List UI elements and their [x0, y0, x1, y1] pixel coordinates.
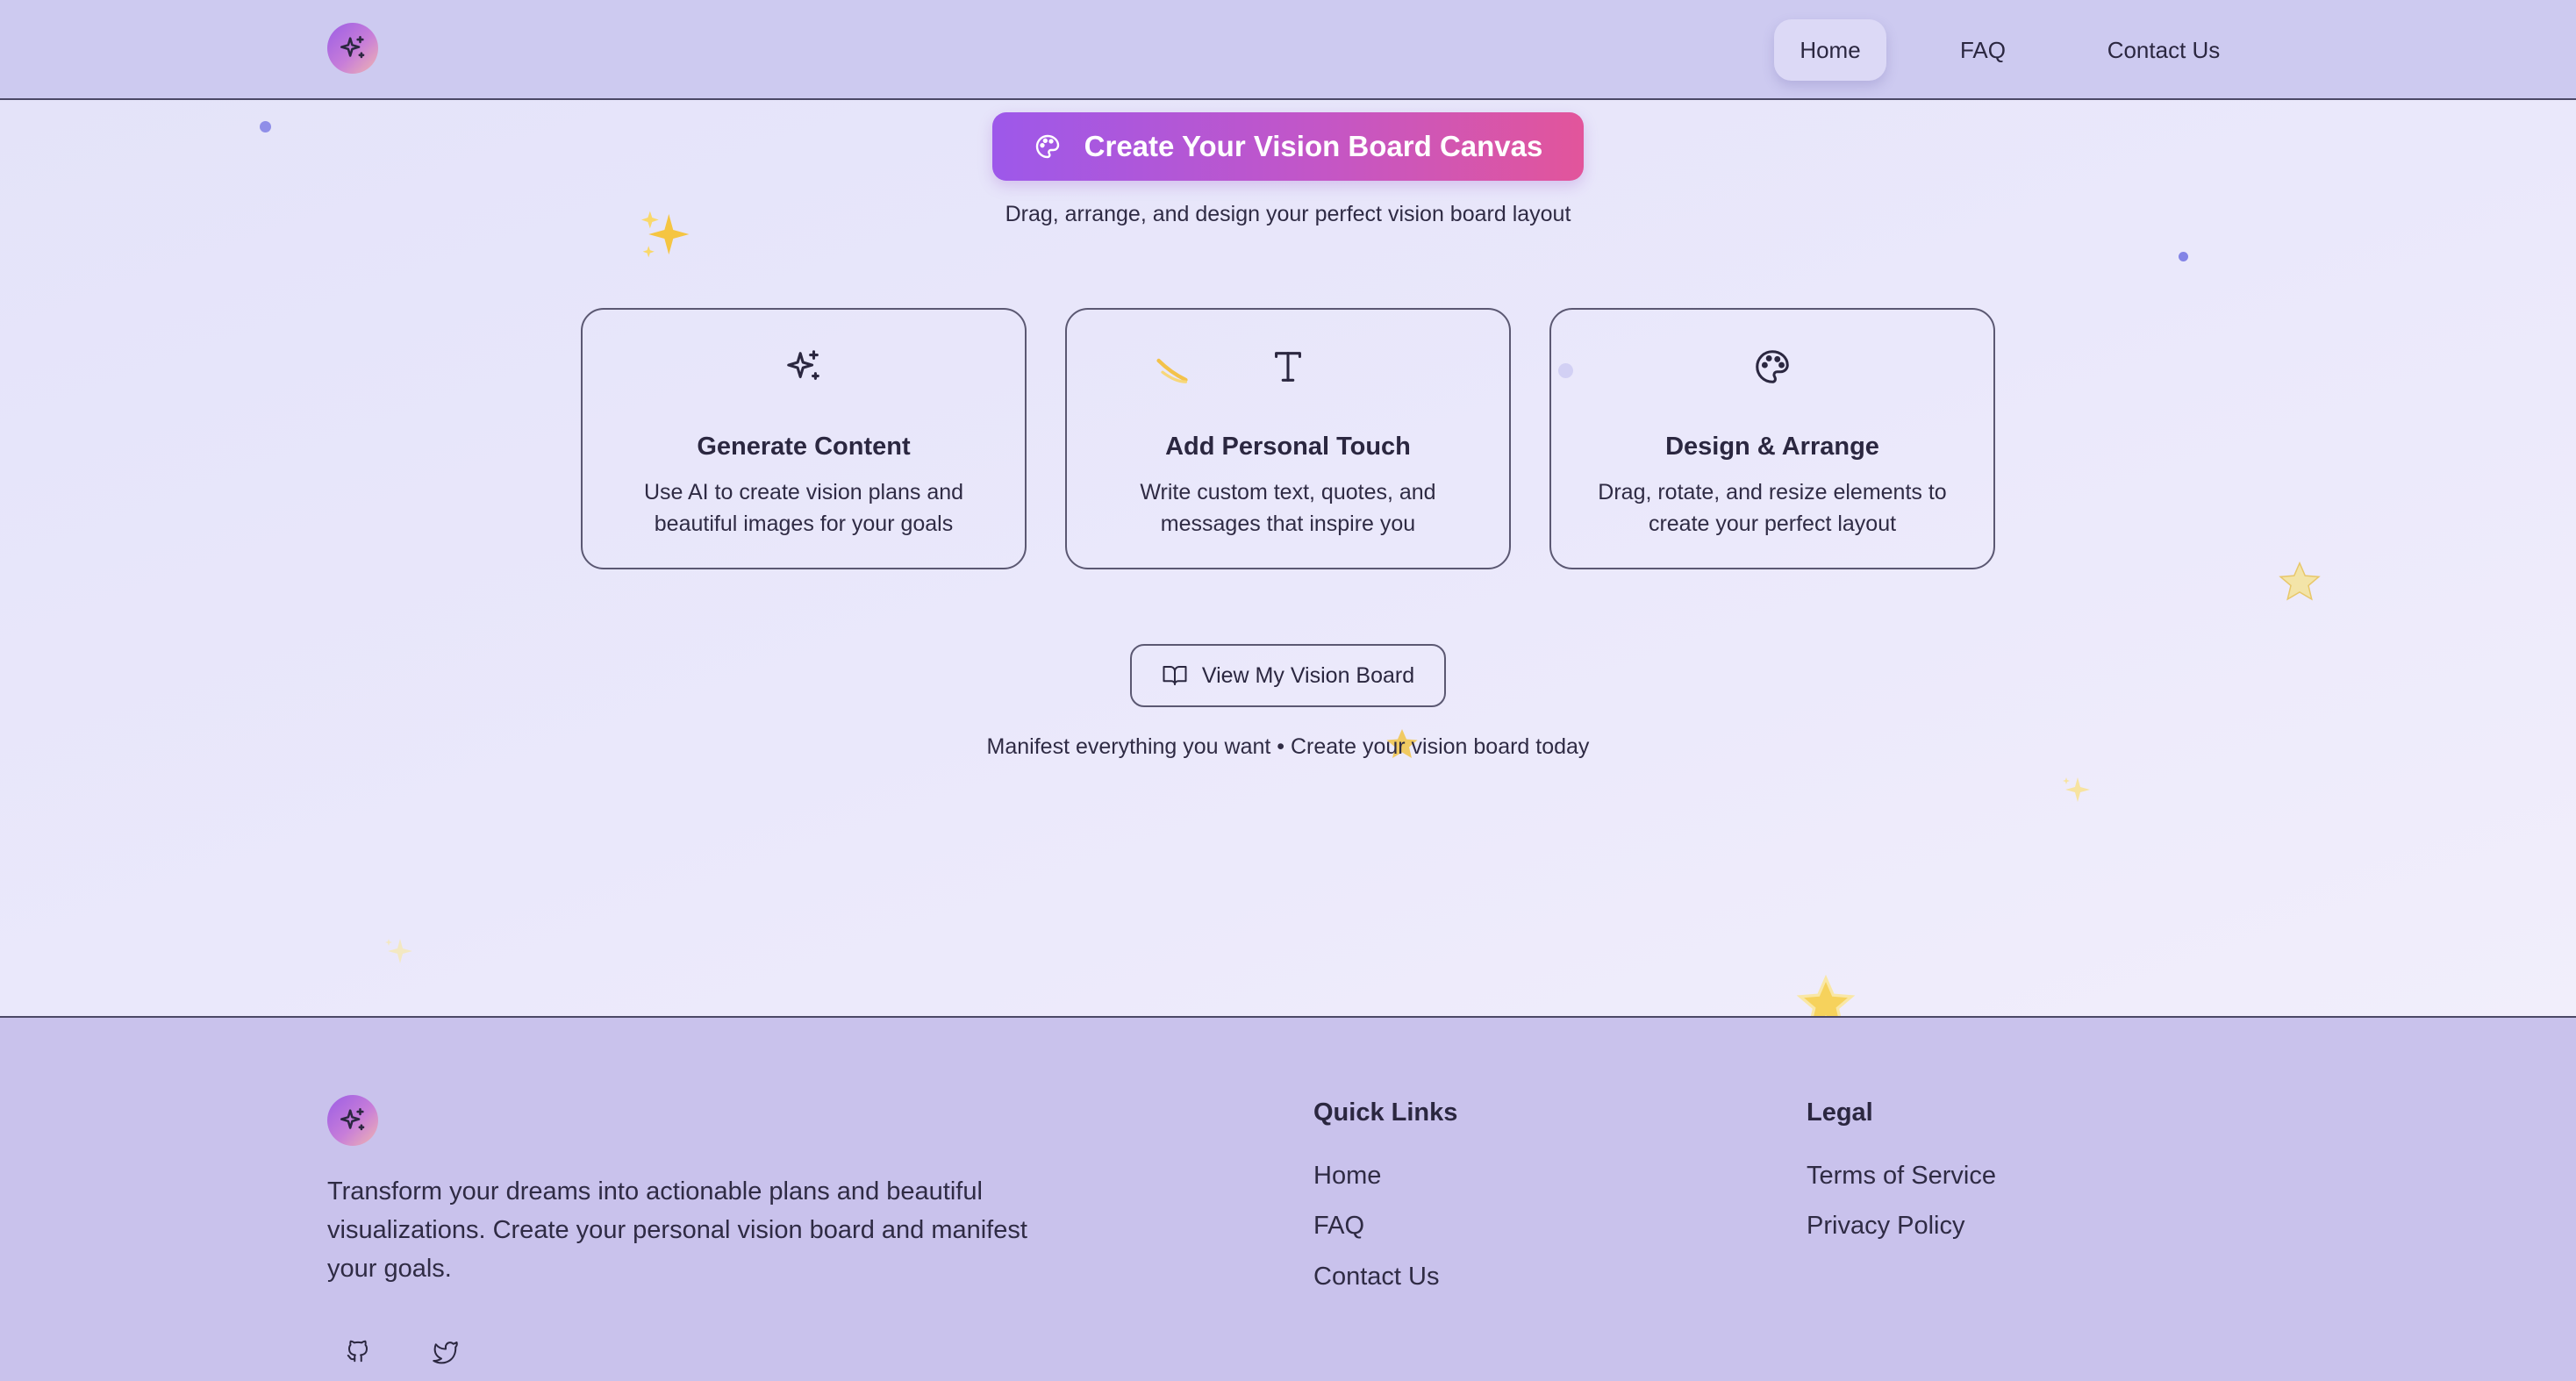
- glowing-star-icon: [1796, 974, 1856, 1018]
- main-nav: Home FAQ Contact Us: [0, 19, 2576, 81]
- legal-heading: Legal: [1807, 1098, 1873, 1127]
- twitter-link[interactable]: [419, 1325, 472, 1377]
- feature-description: Use AI to create vision plans and beauti…: [643, 480, 964, 536]
- view-vision-board-button[interactable]: View My Vision Board: [1130, 644, 1446, 707]
- hero-section: Create Your Vision Board Canvas Drag, ar…: [0, 100, 2576, 1018]
- sparkle-emoji-icon: [385, 939, 412, 963]
- type-icon: [1067, 347, 1509, 387]
- footer-link-contact-us[interactable]: Contact Us: [1313, 1263, 1439, 1292]
- feature-title: Add Personal Touch: [1165, 433, 1411, 461]
- create-canvas-button[interactable]: Create Your Vision Board Canvas: [992, 112, 1584, 181]
- twitter-icon: [433, 1342, 458, 1364]
- quick-links-heading: Quick Links: [1313, 1098, 1458, 1127]
- footer-link-faq[interactable]: FAQ: [1313, 1212, 1364, 1241]
- feature-card-personal-touch: Add Personal Touch Write custom text, qu…: [1065, 308, 1511, 569]
- palette-icon: [1551, 347, 1993, 387]
- tagline: Manifest everything you want • Create yo…: [986, 734, 1590, 759]
- github-icon: [347, 1340, 368, 1363]
- sparkles-icon: [583, 347, 1025, 387]
- site-header: Home FAQ Contact Us: [0, 0, 2576, 100]
- star-emoji-icon: [2279, 561, 2321, 601]
- feature-description: Write custom text, quotes, and messages …: [1140, 480, 1436, 536]
- github-link[interactable]: [332, 1325, 384, 1377]
- site-footer: Transform your dreams into actionable pl…: [0, 1016, 2576, 1381]
- nav-contact-us[interactable]: Contact Us: [2093, 19, 2234, 81]
- footer-link-terms[interactable]: Terms of Service: [1807, 1162, 1996, 1191]
- view-vision-board-label: View My Vision Board: [1201, 662, 1415, 688]
- sparkle-emoji-icon: [2063, 777, 2090, 802]
- palette-icon: [1034, 132, 1062, 161]
- feature-title: Generate Content: [697, 433, 911, 461]
- book-open-icon: [1163, 666, 1187, 685]
- decor-dot: [2179, 252, 2188, 261]
- hero-subtitle: Drag, arrange, and design your perfect v…: [1005, 202, 1571, 226]
- footer-link-home[interactable]: Home: [1313, 1162, 1381, 1191]
- feature-title: Design & Arrange: [1665, 433, 1879, 461]
- create-canvas-label: Create Your Vision Board Canvas: [1084, 130, 1543, 162]
- footer-link-privacy[interactable]: Privacy Policy: [1807, 1212, 1965, 1241]
- footer-logo[interactable]: [327, 1095, 378, 1146]
- feature-card-generate-content: Generate Content Use AI to create vision…: [581, 308, 1027, 569]
- sparkles-icon: [340, 1107, 365, 1131]
- nav-home[interactable]: Home: [1774, 19, 1886, 81]
- feature-card-design-arrange: Design & Arrange Drag, rotate, and resiz…: [1549, 308, 1995, 569]
- decor-dot: [260, 121, 271, 132]
- footer-description: Transform your dreams into actionable pl…: [327, 1177, 1027, 1283]
- feature-description: Drag, rotate, and resize elements to cre…: [1598, 480, 1947, 536]
- nav-faq[interactable]: FAQ: [1943, 19, 2023, 81]
